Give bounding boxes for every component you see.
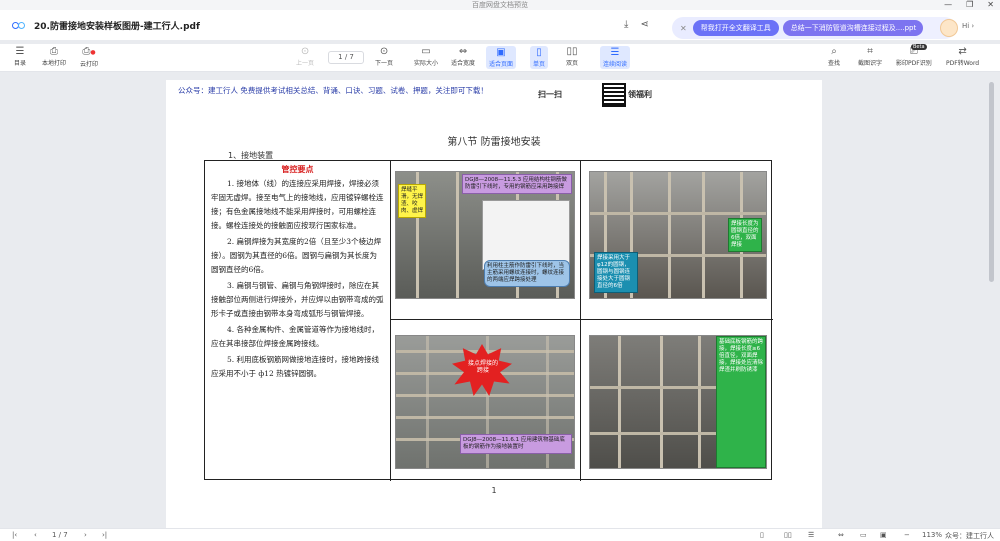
maximize-button[interactable]: ❐ (966, 0, 973, 10)
table-divider (580, 161, 581, 481)
document-title: 20.防雷接地安装样板图册-建工行人.pdf (34, 21, 200, 32)
table-divider (391, 319, 773, 320)
page-number: 1 (491, 486, 497, 495)
next-page-icon[interactable]: › (84, 531, 87, 539)
section-title: 第八节 防雷接地安装 (447, 137, 541, 148)
fit-width-icon: ⇔ (458, 46, 468, 57)
paragraph: 5. 利用底板钢筋网做接地连接时，接地跨接线应采用不小于 ф12 热镀锌圆钢。 (211, 355, 380, 378)
key-points-heading: 管控要点 (281, 165, 314, 174)
promo-line: 公众号：建工行人 免费提供考试相关总结、背诵、口诀、习题、试卷、押题，关注即可下… (178, 86, 488, 95)
ai-suggestion-bar: ✕ 帮我打开全文翻译工具 总结一下消防管道沟槽连接过程及....ppt (672, 17, 956, 39)
continuous-icon: ☰ (610, 47, 620, 58)
paragraph: 1. 接地体（线）的连接应采用焊接，焊接必须牢固无虚焊。接至电气上的接地线，应用… (211, 179, 384, 230)
search-button[interactable]: ⌕ 查找 (828, 46, 840, 67)
ai-suggestion-summary[interactable]: 总结一下消防管道沟槽连接过程及....ppt (782, 20, 923, 36)
fit-page-icon: ▣ (496, 47, 506, 58)
gift-label: 领福利 (628, 90, 652, 99)
arrow-up-icon: ⊙ (300, 46, 310, 57)
first-page-icon[interactable]: |‹ (12, 531, 17, 539)
download-icon[interactable]: ⤓ (624, 19, 628, 30)
close-icon[interactable]: ✕ (680, 24, 687, 33)
note-teal: 焊接采用大于φ12的圆钢，圆钢与圆钢连接处大于圆钢直径的6倍 (594, 252, 638, 293)
note-green: 基础底板钢筋的跨接，焊接长度≥6倍直径，双面焊接，焊接处应清除焊渣并刷防锈漆 (716, 336, 766, 468)
fit-width-button[interactable]: ⇔ 适合宽度 (451, 46, 475, 67)
next-page-button[interactable]: ⊙ 下一页 (375, 46, 393, 67)
assistant-avatar[interactable] (940, 19, 958, 37)
actual-size-button[interactable]: ▭ 实际大小 (414, 46, 438, 67)
fit-page-button[interactable]: ▣ 适合页面 (486, 46, 517, 69)
double-page-button[interactable]: ▯▯ 双页 (566, 46, 578, 67)
key-points-column: 管控要点 1. 接地体（线）的连接应采用焊接，焊接必须牢固无虚焊。接至电气上的接… (205, 161, 391, 481)
note-purple: DGJ8—2008—11.5.3 应用结构柱钢筋做防雷引下线时，专用的钢筋应采用… (462, 174, 572, 194)
printer-icon: ⎙ (50, 46, 58, 57)
photo-rebar-column: 焊缝平滑，无焊渣、咬肉、虚焊 DGJ8—2008—11.5.3 应用结构柱钢筋做… (395, 171, 575, 299)
actual-size-icon: ▭ (421, 46, 431, 57)
actual-size-view-icon[interactable]: ▣ (880, 531, 887, 539)
os-title-bar: 百度网盘文档预览 — ❐ ✕ (0, 0, 1000, 10)
paragraph: 3. 扁钢与钢管、扁钢与角钢焊接时，除应在其接触部位两侧进行焊接外，并应焊以由钢… (211, 281, 384, 318)
double-page-icon: ▯▯ (566, 46, 578, 57)
ai-suggestion-translate[interactable]: 帮我打开全文翻译工具 (692, 20, 779, 36)
zoom-level[interactable]: 113% (922, 531, 942, 539)
assistant-greeting[interactable]: Hi › (962, 22, 974, 30)
crop-icon: ⌗ (867, 46, 873, 57)
share-icon[interactable]: ⋖ (640, 19, 648, 30)
note-blue: 利用柱主筋作防雷引下线时，当主筋采用螺纹连接时，螺纹连接的两端应焊跨接处理 (484, 260, 570, 287)
search-icon: ⌕ (831, 46, 837, 57)
note-green: 焊接长度为圆钢直径的6倍，双面焊接 (728, 218, 762, 252)
minimize-button[interactable]: — (944, 0, 952, 10)
window-title: 百度网盘文档预览 (472, 1, 528, 9)
scrollbar-thumb[interactable] (989, 82, 994, 282)
screenshot-ocr-button[interactable]: ⌗ 截图识字 (858, 46, 882, 67)
watermark-text: 众号：建工行人 (945, 532, 994, 540)
qr-code (602, 83, 626, 107)
local-print-button[interactable]: ⎙ 本地打印 (42, 46, 66, 67)
prev-page-button[interactable]: ⊙ 上一页 (296, 46, 314, 67)
continuous-read-button[interactable]: ☰ 连续阅读 (600, 46, 631, 69)
document-header: 20.防雷接地安装样板图册-建工行人.pdf ⤓ ⋖ ✕ 帮我打开全文翻译工具 … (0, 10, 1000, 40)
status-page-indicator: 1 / 7 (52, 531, 68, 539)
photo-base-rebar: 基础底板钢筋的跨接，焊接长度≥6倍直径，双面焊接，焊接处应清除焊渣并刷防锈漆 (589, 335, 767, 469)
prev-page-icon[interactable]: ‹ (34, 531, 37, 539)
page-number-input[interactable]: 1 / 7 (328, 51, 364, 64)
single-page-button[interactable]: ▯ 单页 (530, 46, 549, 69)
arrow-down-icon: ⊙ (379, 46, 389, 57)
cloud-printer-icon: ⎙● (82, 46, 96, 57)
last-page-icon[interactable]: ›| (102, 531, 107, 539)
baidu-netdisk-logo-icon (12, 20, 26, 30)
zoom-out-icon[interactable]: − (904, 531, 910, 539)
paragraph: 4. 各种金属构件、金属管道等作为接地线时，应在其串接部位焊接金属跨接线。 (211, 325, 380, 348)
pdf-page: 公众号：建工行人 免费提供考试相关总结、背诵、口诀、习题、试卷、押题，关注即可下… (166, 80, 822, 528)
cloud-print-button[interactable]: ⎙● 云打印 (80, 46, 98, 68)
status-bar: |‹ ‹ 1 / 7 › ›| ▯ ▯▯ ☰ ⇔ ▭ ▣ − 113% 众号：建… (0, 528, 1000, 541)
burst-label: 接点焊接的跨接 (467, 360, 498, 374)
list-icon: ☰ (15, 46, 25, 57)
content-table: 管控要点 1. 接地体（线）的连接应采用焊接，焊接必须牢固无虚焊。接至电气上的接… (204, 160, 773, 481)
photo-floor-rebar: 接点焊接的跨接 DGJ8—2008—11.6.1 应用建筑物基础底板的钢筋作为接… (395, 335, 575, 469)
close-window-button[interactable]: ✕ (987, 0, 994, 10)
pdf-to-word-button[interactable]: ⇄ PDF转Word (946, 46, 979, 67)
note-purple: DGJ8—2008—11.6.1 应用建筑物基础底板的钢筋作为接地装置时 (460, 434, 572, 454)
fit-page-view-icon[interactable]: ▭ (860, 531, 867, 539)
single-page-view-icon[interactable]: ▯ (760, 531, 764, 539)
paragraph: 2. 扁钢焊接为其宽度的2倍（且至少3个棱边焊接）。圆钢为其直径的6倍。圆钢与扁… (211, 237, 382, 274)
vertical-scrollbar[interactable] (989, 80, 994, 528)
double-page-view-icon[interactable]: ▯▯ (784, 531, 792, 539)
photo-rebar-weld: 焊接长度为圆钢直径的6倍，双面焊接 焊接采用大于φ12的圆钢，圆钢与圆钢连接处大… (589, 171, 767, 299)
convert-icon: ⇄ (958, 46, 967, 57)
catalog-button[interactable]: ☰ 目录 (14, 46, 26, 67)
viewer-toolbar: ☰ 目录 ⎙ 本地打印 ⎙● 云打印 ⊙ 上一页 1 / 7 ⊙ 下一页 ▭ 实际大小 ⇔ 适… (0, 44, 1000, 72)
fit-width-view-icon[interactable]: ⇔ (838, 531, 844, 539)
scan-label: 扫一扫 (538, 90, 562, 99)
beta-badge: Beta (911, 44, 927, 50)
continuous-view-icon[interactable]: ☰ (808, 531, 814, 539)
single-page-icon: ▯ (536, 47, 542, 58)
note-yellow: 焊缝平滑，无焊渣、咬肉、虚焊 (398, 184, 426, 218)
